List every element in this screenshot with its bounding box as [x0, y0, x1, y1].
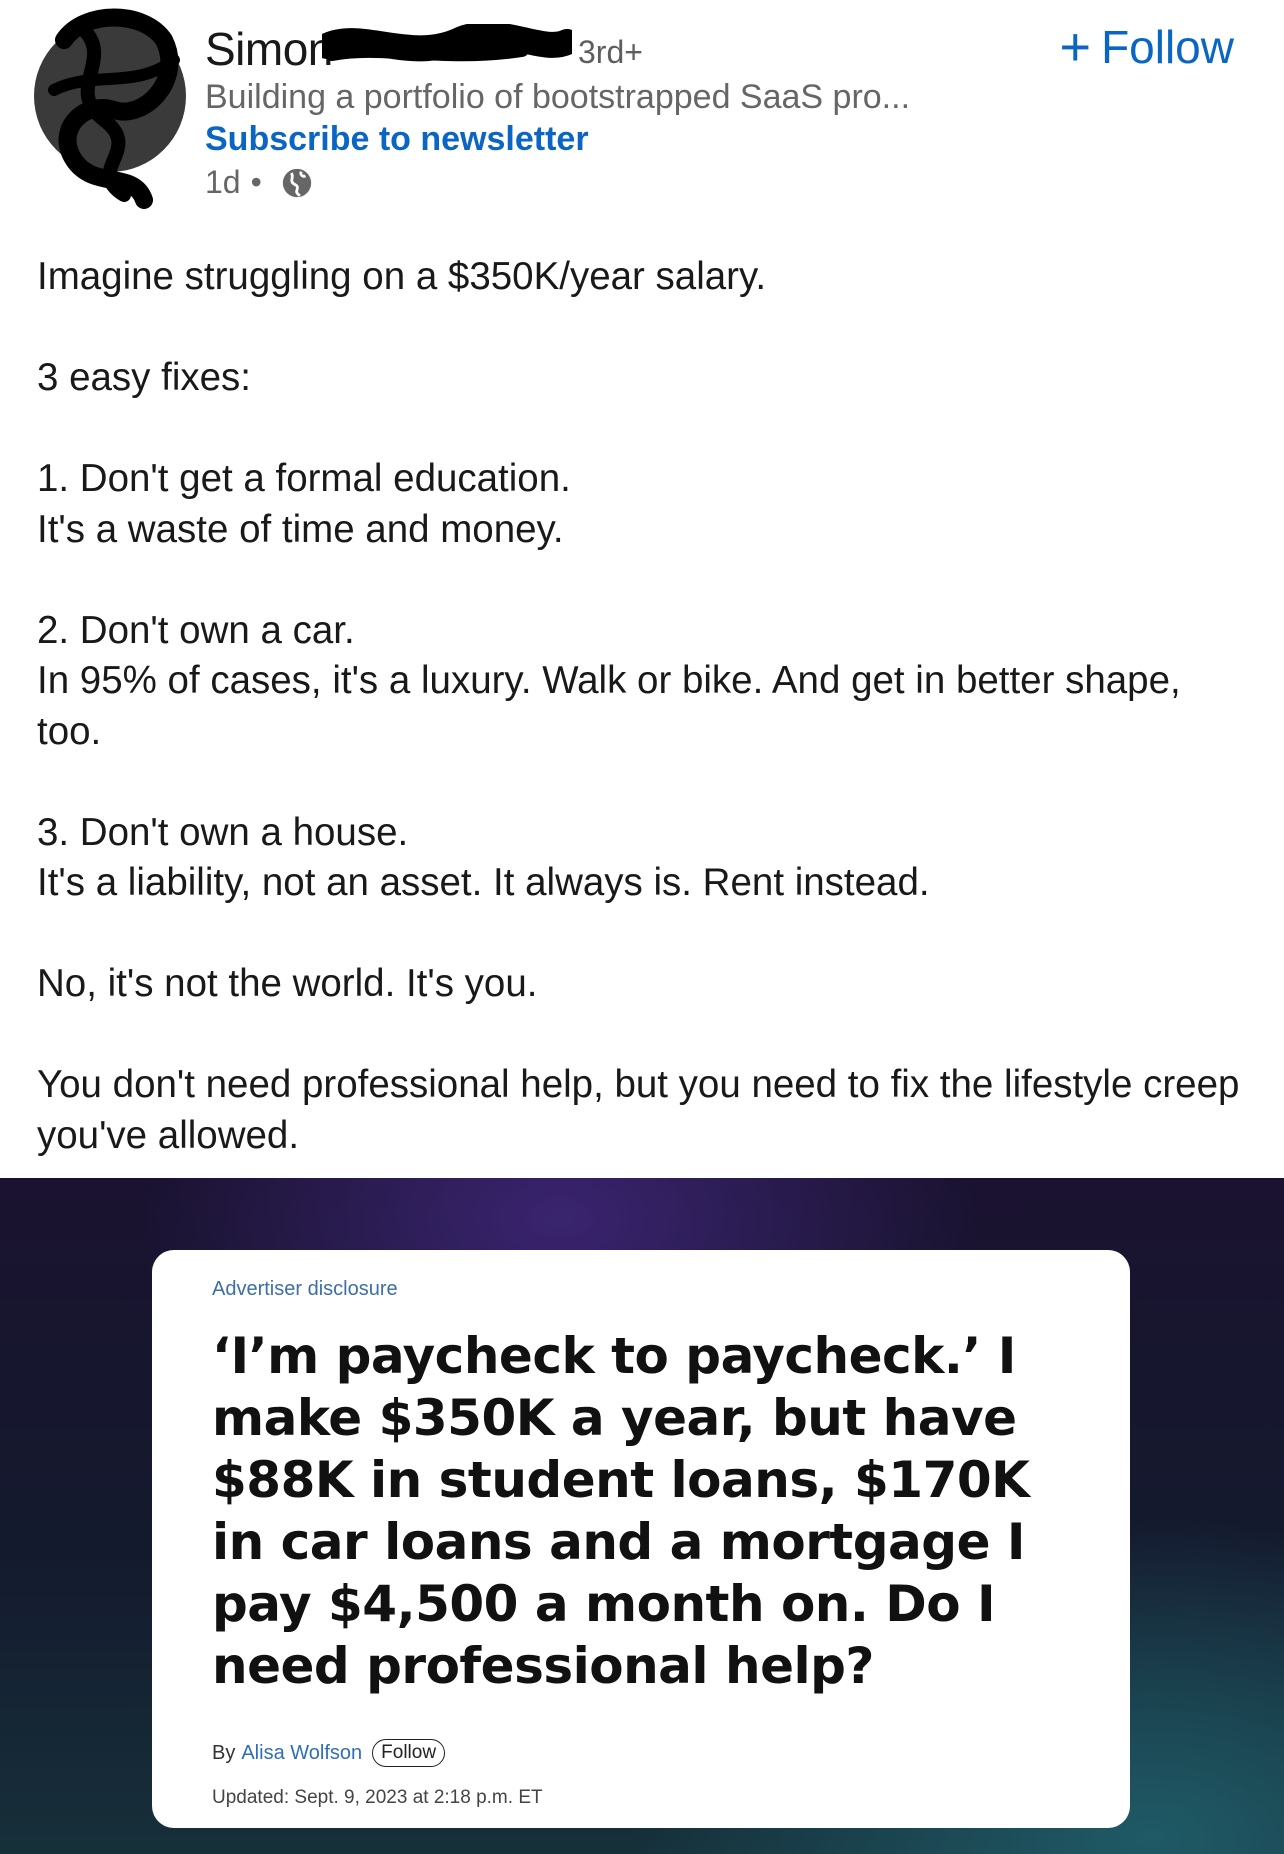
- article-headline: ‘I’m paycheck to paycheck.’ I make $350K…: [212, 1327, 1030, 1695]
- byline-prefix: By: [212, 1741, 236, 1764]
- post-header: Simon 3rd+ + Follow Building a portfolio…: [0, 0, 1284, 230]
- globe-icon: [282, 168, 311, 197]
- post-meta: 1d •: [205, 164, 314, 201]
- post-body: Imagine struggling on a $350K/year salar…: [37, 252, 1252, 1161]
- advertiser-disclosure: Advertiser disclosure: [212, 1278, 398, 1300]
- plus-icon: +: [1059, 17, 1092, 77]
- post-paragraph: 3 easy fixes:: [37, 356, 251, 399]
- post-paragraph: You don't need professional help, but yo…: [37, 1063, 1240, 1157]
- subscribe-newsletter-link[interactable]: Subscribe to newsletter: [205, 120, 589, 159]
- article-byline: By Alisa Wolfson Follow: [212, 1739, 1070, 1767]
- meta-separator: •: [250, 164, 262, 200]
- follow-label: Follow: [1101, 21, 1234, 73]
- connection-degree: 3rd+: [578, 34, 643, 70]
- author-name[interactable]: Simon: [205, 22, 333, 76]
- article-author: Alisa Wolfson: [241, 1741, 363, 1764]
- post-paragraph: 2. Don't own a car. In 95% of cases, it'…: [37, 608, 1181, 753]
- name-redaction: [322, 24, 572, 62]
- post-paragraph: 1. Don't get a formal education. It's a …: [37, 457, 571, 551]
- post-paragraph: No, it's not the world. It's you.: [37, 962, 538, 1005]
- avatar-scribble: [48, 8, 180, 209]
- post-paragraph: 3. Don't own a house. It's a liability, …: [37, 810, 930, 905]
- follow-button[interactable]: + Follow: [1060, 20, 1234, 74]
- article-updated: Updated: Sept. 9, 2023 at 2:18 p.m. ET: [212, 1787, 543, 1808]
- linkedin-post: Simon 3rd+ + Follow Building a portfolio…: [0, 0, 1284, 1854]
- article-card: Advertiser disclosure ‘I’m paycheck to p…: [152, 1250, 1130, 1828]
- author-headline: Building a portfolio of bootstrapped Saa…: [205, 78, 911, 116]
- article-follow-pill: Follow: [372, 1739, 446, 1767]
- avatar[interactable]: [34, 8, 186, 209]
- post-paragraph: Imagine struggling on a $350K/year salar…: [37, 255, 767, 298]
- post-image[interactable]: Advertiser disclosure ‘I’m paycheck to p…: [0, 1178, 1284, 1854]
- post-time: 1d: [205, 164, 241, 200]
